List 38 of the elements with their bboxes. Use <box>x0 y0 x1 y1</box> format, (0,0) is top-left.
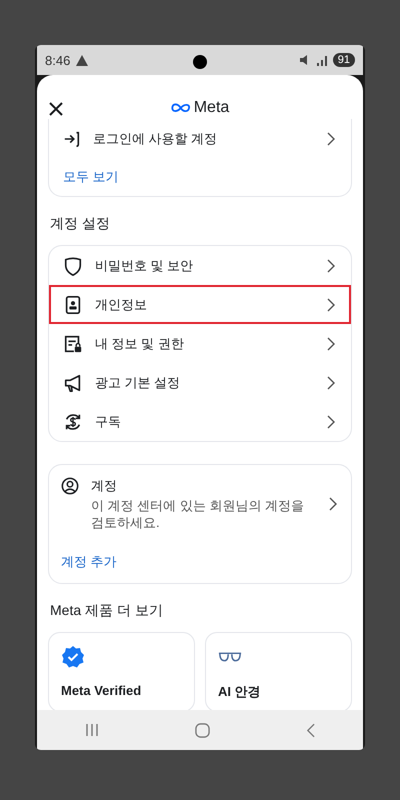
account-title: 계정 <box>91 477 118 495</box>
battery-level: 91 <box>332 53 355 67</box>
infinity-logo-icon <box>170 103 191 113</box>
menu-item[interactable]: 광고 기본 설정 <box>49 363 351 402</box>
camera-hole <box>193 55 207 69</box>
chevron-right-icon <box>327 336 335 350</box>
three-lines-icon <box>85 723 99 737</box>
section-title: Meta 제품 더 보기 <box>49 601 164 620</box>
account-description: 이 계정 센터에 있는 회원님의 계정을 검토하세요. <box>91 497 306 531</box>
menu-item[interactable]: 개인정보 <box>49 285 351 324</box>
chevron-right-icon <box>327 132 335 146</box>
user-circle-icon <box>61 477 79 495</box>
status-time: 8:46 <box>45 52 70 68</box>
chevron-right-icon <box>329 497 337 511</box>
add-account-link[interactable]: 계정 추가 <box>61 553 117 571</box>
chevron-right-icon <box>327 298 335 312</box>
chevron-right-icon <box>327 414 335 428</box>
brand-name: Meta <box>194 99 230 117</box>
document-lock-icon <box>63 334 83 354</box>
dollar-cycle-icon <box>63 412 83 432</box>
verified-badge-icon <box>61 645 85 669</box>
menu-item[interactable]: 내 정보 및 권한 <box>49 324 351 363</box>
menu-item[interactable]: 비밀번호 및 보안 <box>49 246 351 285</box>
close-icon <box>48 101 64 117</box>
chevron-right-icon <box>327 376 335 390</box>
rounded-square-icon <box>195 722 210 738</box>
menu-item[interactable]: 구독 <box>49 402 351 441</box>
id-card-icon <box>63 294 83 314</box>
chevron-right-icon <box>327 258 335 272</box>
login-arrow-icon <box>63 130 81 148</box>
menu-item[interactable]: 로그인에 사용할 계정 <box>49 119 351 158</box>
signal-icon <box>316 54 328 66</box>
megaphone-icon <box>63 372 83 392</box>
section-title: 계정 설정 <box>49 214 111 233</box>
see-all-link[interactable]: 모두 보기 <box>63 168 119 186</box>
back-icon <box>306 722 315 738</box>
shield-icon <box>63 256 83 276</box>
warning-icon <box>76 54 88 66</box>
